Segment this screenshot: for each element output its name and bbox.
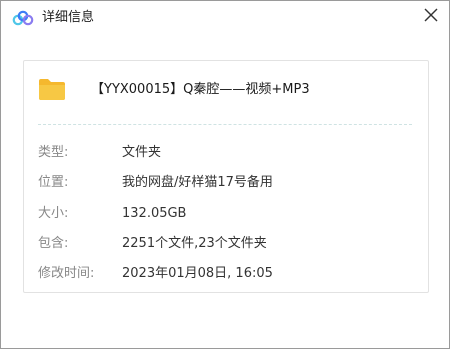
window-title: 详细信息 (42, 10, 95, 25)
close-button[interactable] (419, 3, 443, 27)
detail-row-size: 大小: 132.05GB (38, 204, 418, 224)
folder-icon (38, 77, 66, 101)
size-label: 大小: (38, 206, 69, 221)
modified-label: 修改时间: (38, 266, 95, 281)
cloud-logo-icon (12, 10, 34, 26)
type-value: 文件夹 (122, 145, 162, 160)
detail-row-contains: 包含: 2251个文件,23个文件夹 (38, 234, 418, 254)
detail-row-location: 位置: 我的网盘/好样猫17号备用 (38, 173, 418, 193)
location-value: 我的网盘/好样猫17号备用 (122, 175, 273, 190)
type-label: 类型: (38, 145, 69, 160)
size-value: 132.05GB (122, 206, 187, 221)
contains-label: 包含: (38, 236, 69, 251)
detail-row-modified: 修改时间: 2023年01月08日, 16:05 (38, 264, 418, 284)
close-icon (424, 8, 438, 22)
detail-row-type: 类型: 文件夹 (38, 143, 418, 163)
modified-value: 2023年01月08日, 16:05 (122, 266, 273, 281)
contains-value: 2251个文件,23个文件夹 (122, 236, 267, 251)
details-dialog: 详细信息 【YYX00015】Q秦腔——视频+MP3 类型: 文件夹 位置: 我… (0, 0, 450, 349)
details-card: 【YYX00015】Q秦腔——视频+MP3 类型: 文件夹 位置: 我的网盘/好… (23, 60, 429, 293)
title-bar[interactable]: 详细信息 (1, 1, 449, 35)
location-label: 位置: (38, 175, 69, 190)
file-name: 【YYX00015】Q秦腔——视频+MP3 (91, 82, 310, 97)
divider (38, 124, 412, 125)
